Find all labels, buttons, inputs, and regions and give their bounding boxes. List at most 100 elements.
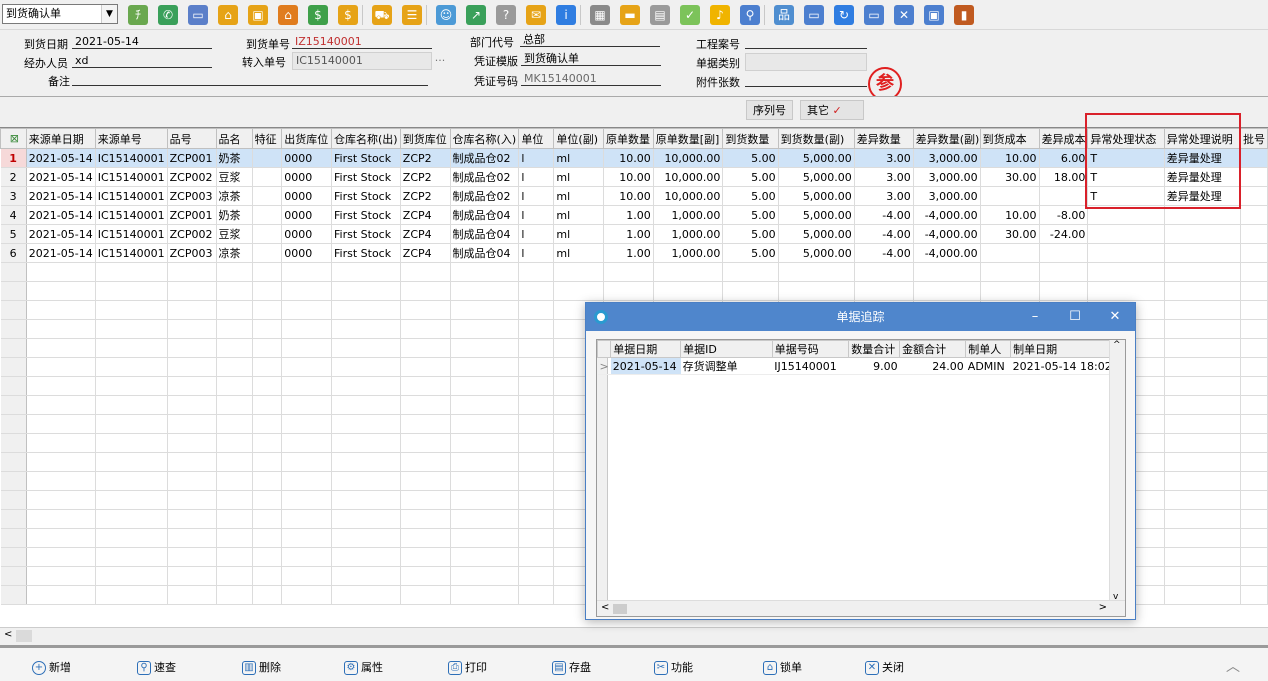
table-cell[interactable] — [1164, 224, 1242, 244]
table-cell[interactable]: 2021-05-14 — [26, 243, 96, 263]
table-cell[interactable]: 奶茶 — [216, 148, 253, 168]
column-header[interactable]: 品名 — [215, 128, 253, 149]
trace-cell[interactable]: IJ15140001 — [772, 357, 849, 375]
table-cell[interactable]: ZCP003 — [167, 186, 217, 206]
table-cell[interactable] — [450, 357, 520, 377]
table-cell[interactable] — [1087, 205, 1165, 225]
table-cell[interactable]: l — [518, 243, 555, 263]
table-cell[interactable]: ZCP003 — [167, 243, 217, 263]
table-cell[interactable] — [1164, 433, 1242, 453]
clipboard-icon[interactable]: ☰ — [402, 5, 422, 25]
table-cell[interactable]: 制成品仓02 — [450, 167, 520, 187]
row-number[interactable]: 2 — [0, 167, 27, 187]
save-window-icon[interactable]: ▣ — [924, 5, 944, 25]
table-cell[interactable]: 1,000.00 — [653, 243, 724, 263]
table-cell[interactable] — [0, 338, 27, 358]
mail-icon[interactable]: ✉ — [526, 5, 546, 25]
column-header[interactable]: 异常处理说明 — [1163, 128, 1242, 149]
table-cell[interactable] — [216, 300, 253, 320]
table-cell[interactable] — [331, 319, 401, 339]
column-header[interactable]: 出货库位 — [281, 128, 332, 149]
link-icon[interactable]: ↗ — [466, 5, 486, 25]
table-cell[interactable] — [95, 585, 168, 605]
table-cell[interactable]: ZCP4 — [400, 224, 451, 244]
table-cell[interactable] — [331, 471, 401, 491]
table-cell[interactable] — [1164, 205, 1242, 225]
row-number[interactable]: 3 — [0, 186, 27, 206]
table-cell[interactable]: -24.00 — [1039, 224, 1089, 244]
table-cell[interactable] — [980, 262, 1040, 282]
table-cell[interactable] — [400, 281, 451, 301]
table-cell[interactable] — [913, 281, 981, 301]
table-cell[interactable] — [281, 338, 332, 358]
function-button[interactable]: ✂ 功能 — [654, 659, 693, 675]
moneybag-icon[interactable]: $ — [338, 5, 358, 25]
table-cell[interactable]: -4,000.00 — [913, 205, 981, 225]
table-cell[interactable]: 30.00 — [980, 224, 1040, 244]
table-cell[interactable] — [1240, 395, 1268, 415]
table-cell[interactable] — [450, 395, 520, 415]
table-cell[interactable] — [553, 281, 604, 301]
refresh-icon[interactable]: ↻ — [834, 5, 854, 25]
table-cell[interactable] — [281, 281, 332, 301]
table-cell[interactable] — [1240, 357, 1268, 377]
table-cell[interactable] — [252, 471, 283, 491]
table-cell[interactable]: 5,000.00 — [778, 167, 855, 187]
table-cell[interactable] — [1240, 186, 1268, 206]
document-icon[interactable]: ▤ — [650, 5, 670, 25]
table-cell[interactable] — [281, 319, 332, 339]
table-cell[interactable] — [281, 585, 332, 605]
trace-column-header[interactable]: 单据号码 — [771, 340, 850, 358]
table-cell[interactable] — [216, 566, 253, 586]
table-cell[interactable] — [1240, 281, 1268, 301]
trace-column-header[interactable]: 制单人 — [965, 340, 1012, 358]
table-cell[interactable] — [167, 528, 217, 548]
table-cell[interactable]: IC15140001 — [95, 186, 168, 206]
trace-cell[interactable]: 24.00 — [899, 357, 966, 375]
trace-cell[interactable]: 2021-05-14 18:02:3 — [1010, 357, 1125, 375]
table-row[interactable]: 2 2021-05-14 IC15140001 ZCP002 豆浆 0000 First S… — [0, 167, 1268, 187]
table-cell[interactable] — [252, 490, 283, 510]
table-cell[interactable] — [216, 433, 253, 453]
table-cell[interactable]: IC15140001 — [95, 224, 168, 244]
table-cell[interactable]: 凉茶 — [216, 186, 253, 206]
table-cell[interactable]: l — [518, 186, 555, 206]
table-cell[interactable] — [1240, 224, 1268, 244]
table-cell[interactable]: 制成品仓04 — [450, 224, 520, 244]
table-cell[interactable] — [1240, 547, 1268, 567]
table-cell[interactable] — [0, 566, 27, 586]
table-cell[interactable] — [26, 376, 96, 396]
exit-icon[interactable]: ▮ — [954, 5, 974, 25]
table-cell[interactable] — [281, 528, 332, 548]
table-cell[interactable]: 5,000.00 — [778, 186, 855, 206]
table-cell[interactable] — [331, 566, 401, 586]
table-cell[interactable] — [281, 262, 332, 282]
column-header[interactable]: 特征 — [251, 128, 283, 149]
dept-code-field[interactable]: 总部 — [520, 33, 660, 47]
table-cell[interactable]: T — [1087, 186, 1165, 206]
table-cell[interactable]: 1.00 — [603, 243, 654, 263]
calculator-icon[interactable]: ▦ — [590, 5, 610, 25]
table-cell[interactable]: ZCP001 — [167, 205, 217, 225]
table-cell[interactable] — [1240, 528, 1268, 548]
filter-icon[interactable]: ﾁ — [128, 5, 148, 25]
table-cell[interactable] — [216, 585, 253, 605]
table-cell[interactable] — [0, 471, 27, 491]
users-icon[interactable]: ☺ — [436, 5, 456, 25]
table-cell[interactable] — [167, 452, 217, 472]
table-cell[interactable] — [95, 433, 168, 453]
table-cell[interactable] — [518, 414, 555, 434]
table-cell[interactable] — [1087, 281, 1165, 301]
table-cell[interactable] — [167, 319, 217, 339]
column-header[interactable]: 来源单日期 — [25, 128, 96, 149]
table-cell[interactable] — [95, 376, 168, 396]
bell-icon[interactable]: ♪ — [710, 5, 730, 25]
table-cell[interactable]: 5.00 — [722, 186, 779, 206]
table-cell[interactable]: 豆浆 — [216, 224, 253, 244]
table-cell[interactable] — [26, 357, 96, 377]
print-button[interactable]: ⎙ 打印 — [448, 659, 487, 675]
table-cell[interactable] — [518, 357, 555, 377]
table-cell[interactable] — [980, 243, 1040, 263]
table-cell[interactable] — [252, 414, 283, 434]
table-cell[interactable] — [331, 585, 401, 605]
